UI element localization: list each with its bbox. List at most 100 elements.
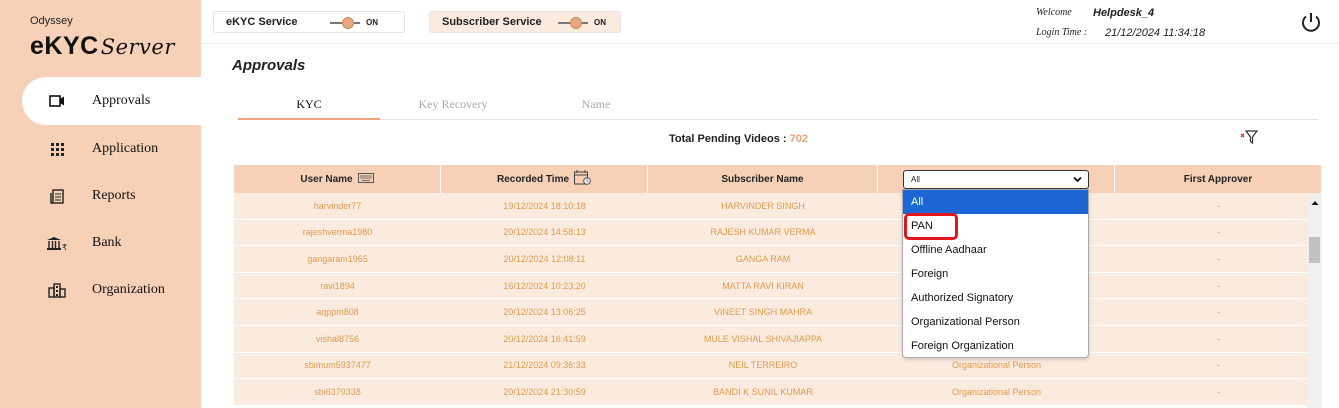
pending-videos: Total Pending Videos : 702 (669, 133, 808, 145)
ekyc-service-toggle[interactable] (330, 17, 360, 29)
scroll-up-arrow-icon[interactable] (1307, 199, 1322, 209)
video-icon (22, 94, 92, 108)
pending-count: 702 (789, 133, 808, 145)
ekyc-service-control: eKYC Service ON (213, 11, 405, 33)
page-title: Approvals (232, 57, 306, 74)
sidebar-item-label: Application (92, 141, 159, 156)
cell-recorded-time: 19/12/2024 18:10:18 (503, 200, 586, 211)
option-all[interactable]: All (903, 190, 1088, 214)
sidebar-item-organization[interactable]: Organization (22, 266, 201, 314)
table-row[interactable]: sbi6379338 20/12/2024 21:30:59 BANDI K SUN… (234, 379, 1322, 406)
cell-first-approver: - (1217, 307, 1220, 318)
sidebar: Odyssey eKYCServer Approvals Application… (0, 0, 201, 408)
building-icon (22, 282, 92, 298)
option-foreign-organization[interactable]: Foreign Organization (903, 334, 1088, 358)
table-row[interactable]: rajeshverma1980 20/12/2024 14:58:13 RAJESH… (234, 219, 1322, 247)
cell-recorded-time: 20/12/2024 16:41:59 (503, 333, 586, 344)
type-filter-select[interactable]: All (903, 169, 1089, 189)
brand-logo: eKYCServer (30, 32, 175, 61)
header-subscriber-name: Subscriber Name (648, 165, 878, 193)
table-body: harvinder77 19/12/2024 18:10:18 HARVINDER … (234, 193, 1322, 406)
brand-sub-text: Server (100, 35, 175, 59)
cell-first-approver: - (1217, 280, 1220, 291)
tab-key-recovery[interactable]: Key Recovery (382, 93, 524, 120)
keyboard-icon[interactable] (357, 172, 374, 186)
cell-username: rajeshverma1980 (302, 227, 373, 238)
cell-recorded-time: 20/12/2024 21:30:59 (503, 386, 586, 397)
header-first-approver: First Approver (1115, 165, 1322, 193)
sidebar-item-label: Organization (92, 282, 165, 297)
cell-type: Organizational Person (951, 386, 1042, 397)
sidebar-item-label: Reports (92, 188, 136, 203)
report-icon (22, 188, 92, 204)
brand-main-text: eKYC (30, 32, 99, 60)
sidebar-item-label: Approvals (92, 93, 151, 108)
cell-recorded-time: 20/12/2024 12:08:11 (503, 253, 586, 264)
option-offline-aadhaar[interactable]: Offline Aadhaar (903, 238, 1088, 262)
header-username: User Name (234, 165, 441, 193)
option-foreign[interactable]: Foreign (903, 262, 1088, 286)
subscriber-service-label: Subscriber Service (442, 16, 542, 28)
cell-subscriber-name: VINEET SINGH MAHRA (713, 307, 813, 318)
tab-bar: KYC Key Recovery Name (238, 93, 1318, 120)
subscriber-service-control: Subscriber Service ON (429, 11, 621, 33)
cell-recorded-time: 20/12/2024 14:58:13 (503, 227, 586, 238)
sidebar-item-approvals[interactable]: Approvals (22, 77, 201, 125)
sidebar-item-reports[interactable]: Reports (22, 172, 201, 220)
table-row[interactable]: gangaram1965 20/12/2024 12:08:11 GANGA RAM… (234, 246, 1322, 273)
scroll-thumb[interactable] (1309, 237, 1320, 263)
cell-subscriber-name: MATTA RAVI KIRAN (722, 280, 804, 291)
cell-username: sbimum5937477 (304, 360, 371, 371)
table-row[interactable]: harvinder77 19/12/2024 18:10:18 HARVINDER … (234, 193, 1322, 220)
clear-filter-icon[interactable] (1240, 128, 1259, 146)
cell-username: gangaram1965 (307, 253, 368, 264)
cell-first-approver: - (1217, 333, 1220, 344)
top-bar: eKYC Service ON Subscriber Service ON We… (201, 0, 1339, 44)
cell-subscriber-name: RAJESH KUMAR VERMA (710, 227, 816, 238)
table-row[interactable]: vishal8756 20/12/2024 16:41:59 MULE VISHAL… (234, 325, 1322, 353)
option-organizational-person[interactable]: Organizational Person (903, 310, 1088, 334)
svg-text:₹: ₹ (62, 243, 67, 251)
calendar-icon[interactable] (574, 170, 591, 188)
cell-username: vishal8756 (315, 333, 360, 344)
cell-recorded-time: 16/12/2024 10:23:20 (503, 280, 586, 291)
cell-first-approver: - (1217, 253, 1220, 264)
cell-subscriber-name: MULE VISHAL SHIVAJIAPPA (703, 333, 823, 344)
login-time: 21/12/2024 11:34:18 (1105, 27, 1206, 39)
cell-recorded-time: 21/12/2024 09:36:33 (503, 360, 586, 371)
pending-label: Total Pending Videos : (669, 133, 787, 145)
login-time-label: Login Time : (1036, 27, 1088, 38)
table-row[interactable]: ravi1894 16/12/2024 10:23:20 MATTA RAVI KI… (234, 272, 1322, 300)
table-row[interactable]: aqppm808 20/12/2024 13:06:25 VINEET SINGH … (234, 299, 1322, 326)
cell-first-approver: - (1217, 360, 1220, 371)
sidebar-item-bank[interactable]: ₹ Bank (22, 219, 201, 267)
subscriber-service-toggle[interactable] (558, 17, 588, 29)
sidebar-item-application[interactable]: Application (22, 125, 201, 173)
ekyc-service-state: ON (366, 18, 378, 27)
cell-username: sbi6379338 (314, 386, 361, 397)
cell-first-approver: - (1217, 200, 1220, 211)
power-icon[interactable] (1299, 10, 1323, 34)
table-scrollbar[interactable] (1307, 195, 1322, 408)
brand-company: Odyssey (30, 15, 73, 27)
cell-subscriber-name: NEIL TERREIRO (728, 360, 798, 371)
approvals-table: User Name Recorded Time Subscriber Name … (234, 165, 1322, 406)
sidebar-item-label: Bank (92, 235, 122, 250)
cell-username: ravi1894 (320, 280, 355, 291)
ekyc-service-label: eKYC Service (226, 16, 298, 28)
tab-kyc[interactable]: KYC (238, 93, 380, 120)
cell-subscriber-name: HARVINDER SINGH (721, 200, 805, 211)
highlight-box (904, 213, 958, 240)
cell-first-approver: - (1217, 227, 1220, 238)
tab-name[interactable]: Name (525, 93, 667, 120)
cell-username: harvinder77 (313, 200, 362, 211)
cell-subscriber-name: GANGA RAM (735, 253, 791, 264)
option-authorized-signatory[interactable]: Authorized Signatory (903, 286, 1088, 310)
chevron-down-icon (1073, 175, 1082, 184)
cell-first-approver: - (1217, 386, 1220, 397)
subscriber-service-state: ON (594, 18, 606, 27)
grid-icon (22, 142, 92, 156)
cell-username: aqppm808 (316, 307, 359, 318)
header-recorded-time: Recorded Time (441, 165, 648, 193)
table-row[interactable]: sbimum5937477 21/12/2024 09:36:33 NEIL TER… (234, 352, 1322, 380)
